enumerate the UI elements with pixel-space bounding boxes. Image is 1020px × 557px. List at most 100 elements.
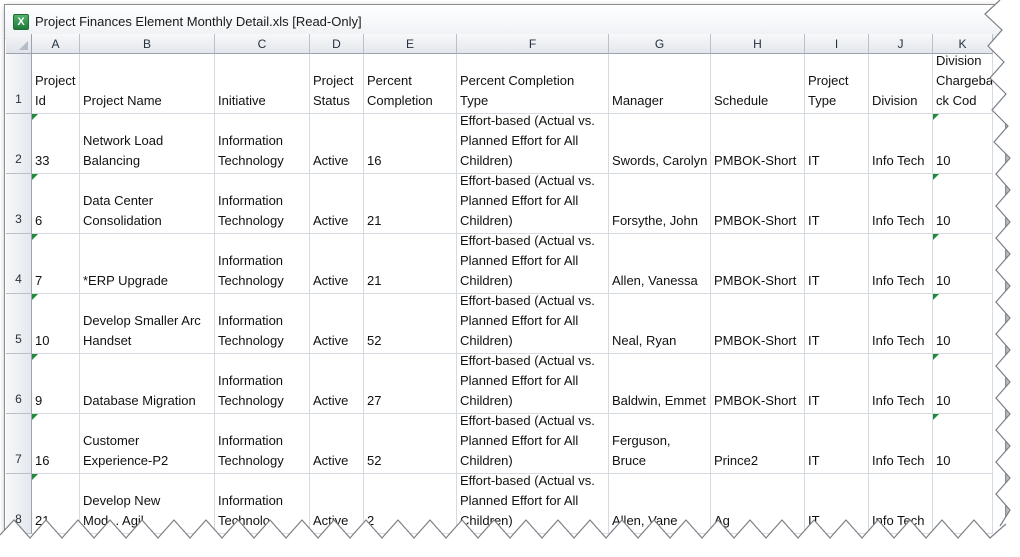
cell-chargeback-code[interactable] [933,474,993,534]
cell-division[interactable]: Info Tech [869,294,933,354]
cell-percent-completion[interactable]: 16 [364,114,457,174]
cell-project-type[interactable]: IT [805,294,869,354]
cell-chargeback-code[interactable]: 10 [933,114,993,174]
cell-completion-type[interactable]: Effort-based (Actual vs. Planned Effort … [457,414,609,474]
cell-completion-type[interactable]: Effort-based (Actual vs. Planned Effort … [457,234,609,294]
cell-manager[interactable]: Baldwin, Emmet [609,354,711,414]
column-header-e[interactable]: E [364,34,457,54]
cell-project-status[interactable]: Active [310,354,364,414]
cell-completion-type[interactable]: Effort-based (Actual vs. Planned Effort … [457,474,609,534]
header-cell[interactable]: Percent Completion Type [457,54,609,114]
cell-project-type[interactable]: IT [805,174,869,234]
cell-initiative[interactable]: Information Technology [215,354,310,414]
cell-chargeback-code[interactable]: 10 [933,414,993,474]
row-header[interactable]: 7 [6,414,32,474]
row-header[interactable]: 3 [6,174,32,234]
cell-schedule[interactable]: PMBOK-Short [711,234,805,294]
cell-project-type[interactable]: IT [805,414,869,474]
cell-percent-completion[interactable]: 21 [364,234,457,294]
cell-division[interactable]: Info Tech [869,234,933,294]
cell-initiative[interactable]: Information Technology [215,294,310,354]
cell-project-type[interactable]: IT [805,234,869,294]
cell-completion-type[interactable]: Effort-based (Actual vs. Planned Effort … [457,294,609,354]
column-header-k[interactable]: K [933,34,993,54]
cell-project-id[interactable]: 21 [32,474,80,534]
cell-division[interactable]: Info Tech [869,354,933,414]
cell-project-status[interactable]: Active [310,114,364,174]
select-all-corner[interactable] [6,34,32,54]
cell-chargeback-code[interactable]: 10 [933,174,993,234]
row-header[interactable]: 4 [6,234,32,294]
row-header[interactable]: 2 [6,114,32,174]
cell-percent-completion[interactable]: 2 [364,474,457,534]
cell-project-status[interactable]: Active [310,234,364,294]
cell-manager[interactable]: Forsythe, John [609,174,711,234]
header-cell[interactable]: Schedule [711,54,805,114]
cell-project-status[interactable]: Active [310,294,364,354]
cell-project-type[interactable]: IT [805,354,869,414]
column-header-c[interactable]: C [215,34,310,54]
column-header-a[interactable]: A [32,34,80,54]
cell-project-name[interactable]: *ERP Upgrade [80,234,215,294]
row-header[interactable]: 8 [6,474,32,534]
cell-schedule[interactable]: PMBOK-Short [711,114,805,174]
cell-manager[interactable]: Allen, Vane [609,474,711,534]
column-header-f[interactable]: F [457,34,609,54]
header-cell[interactable]: Project Type [805,54,869,114]
cell-completion-type[interactable]: Effort-based (Actual vs. Planned Effort … [457,114,609,174]
cell-percent-completion[interactable]: 21 [364,174,457,234]
row-header[interactable]: 1 [6,54,32,114]
header-cell[interactable]: Division Chargeba ck Cod [933,54,993,114]
cell-division[interactable]: Info Tech [869,174,933,234]
cell-percent-completion[interactable]: 27 [364,354,457,414]
cell-initiative[interactable]: Information Technology [215,114,310,174]
cell-manager[interactable]: Swords, Carolyn [609,114,711,174]
cell-division[interactable]: Info Tech [869,414,933,474]
header-cell[interactable]: Percent Completion [364,54,457,114]
cell-project-id[interactable]: 6 [32,174,80,234]
worksheet-grid[interactable]: A B C D E F G H I J K 1 Project Id Proje… [6,34,993,534]
header-cell[interactable]: Division [869,54,933,114]
cell-project-id[interactable]: 7 [32,234,80,294]
cell-percent-completion[interactable]: 52 [364,294,457,354]
cell-project-status[interactable]: Active [310,474,364,534]
cell-chargeback-code[interactable]: 10 [933,234,993,294]
cell-project-name[interactable]: Data Center Consolidation [80,174,215,234]
cell-division[interactable]: Info Tech [869,474,933,534]
header-cell[interactable]: Project Status [310,54,364,114]
cell-project-type[interactable]: IT [805,474,869,534]
cell-initiative[interactable]: Information Technology [215,234,310,294]
cell-completion-type[interactable]: Effort-based (Actual vs. Planned Effort … [457,174,609,234]
cell-initiative[interactable]: Information Technolo [215,474,310,534]
column-header-d[interactable]: D [310,34,364,54]
cell-project-id[interactable]: 9 [32,354,80,414]
cell-project-name[interactable]: Develop New Mod... Agil [80,474,215,534]
cell-schedule[interactable]: Ag [711,474,805,534]
cell-project-status[interactable]: Active [310,414,364,474]
cell-project-id[interactable]: 16 [32,414,80,474]
cell-chargeback-code[interactable]: 10 [933,354,993,414]
header-cell[interactable]: Project Id [32,54,80,114]
header-cell[interactable]: Project Name [80,54,215,114]
cell-completion-type[interactable]: Effort-based (Actual vs. Planned Effort … [457,354,609,414]
cell-manager[interactable]: Ferguson, Bruce [609,414,711,474]
cell-project-name[interactable]: Customer Experience-P2 [80,414,215,474]
cell-chargeback-code[interactable]: 10 [933,294,993,354]
column-header-g[interactable]: G [609,34,711,54]
cell-project-name[interactable]: Database Migration [80,354,215,414]
cell-schedule[interactable]: PMBOK-Short [711,294,805,354]
cell-initiative[interactable]: Information Technology [215,174,310,234]
cell-percent-completion[interactable]: 52 [364,414,457,474]
cell-project-name[interactable]: Network Load Balancing [80,114,215,174]
cell-project-name[interactable]: Develop Smaller Arc Handset [80,294,215,354]
header-cell[interactable]: Manager [609,54,711,114]
row-header[interactable]: 5 [6,294,32,354]
cell-initiative[interactable]: Information Technology [215,414,310,474]
header-cell[interactable]: Initiative [215,54,310,114]
column-header-j[interactable]: J [869,34,933,54]
cell-schedule[interactable]: PMBOK-Short [711,174,805,234]
row-header[interactable]: 6 [6,354,32,414]
cell-project-status[interactable]: Active [310,174,364,234]
cell-manager[interactable]: Allen, Vanessa [609,234,711,294]
cell-project-id[interactable]: 10 [32,294,80,354]
